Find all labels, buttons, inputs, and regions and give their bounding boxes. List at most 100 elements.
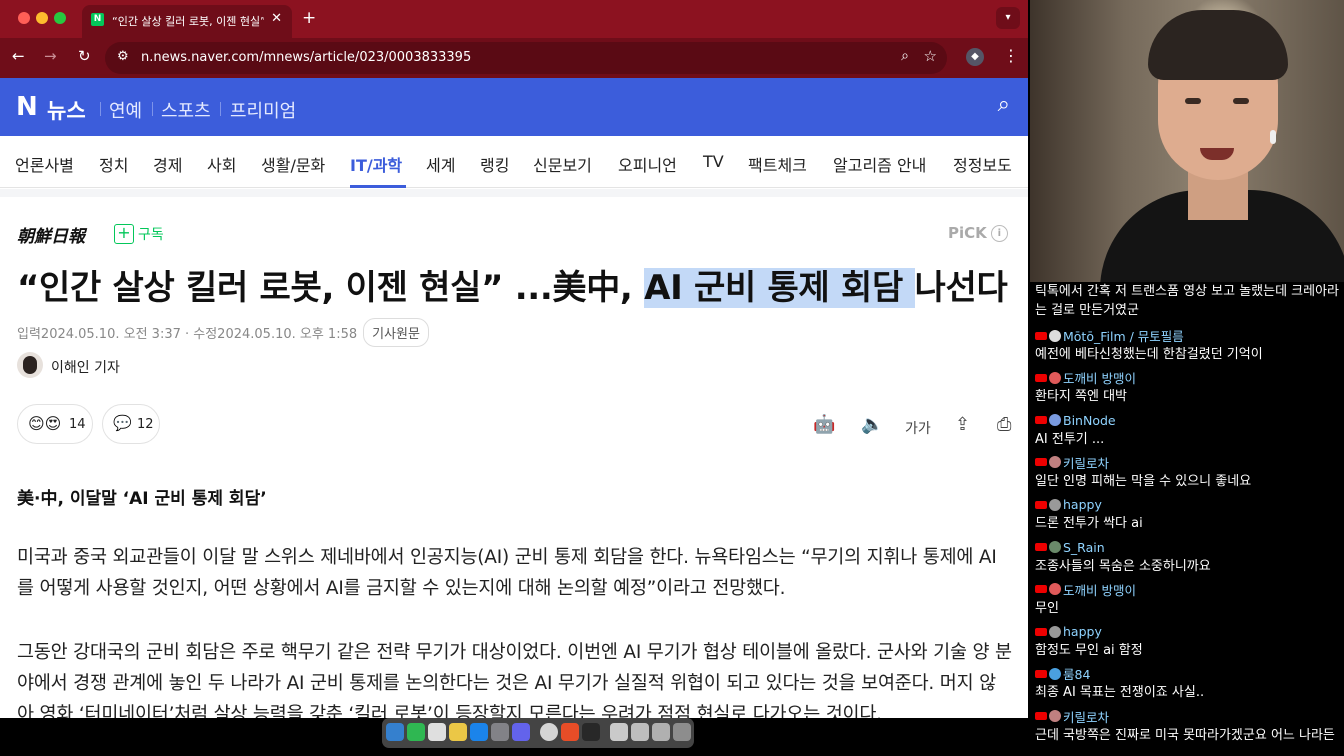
info-icon[interactable]: i [990,225,1008,242]
back-arrow-icon[interactable]: ← [12,47,25,65]
chat-message-header: 키릴로차 [1035,706,1341,725]
close-tab-icon[interactable]: ✕ [271,11,282,26]
tab-search-chevron-icon[interactable]: ▾ [996,7,1020,29]
share-icon[interactable]: ⇪ [955,414,970,435]
category-society[interactable]: 사회 [207,152,236,176]
comment-bubble-icon: 💬 [113,414,132,432]
reaction-button[interactable]: 😊😍 14 [17,404,93,444]
section-gap [0,189,1028,197]
naver-logo[interactable]: N [16,92,38,122]
chat-message-text: 조종사들의 목숨은 소중하니까요 [1035,558,1211,573]
category-tv[interactable]: TV [703,152,724,171]
browser-toolbar: ← → ↻ ⚙ n.news.naver.com/mnews/article/0… [0,38,1028,78]
original-article-button[interactable]: 기사원문 [363,318,429,347]
chat-message-text: 예전에 베타신청했는데 한참걸렸던 기억이 [1035,347,1263,361]
youtube-icon [1035,669,1047,678]
category-politics[interactable]: 정치 [99,152,128,176]
section-sports-link[interactable]: 스포츠 [161,97,211,123]
brave-icon[interactable] [561,723,579,741]
category-press[interactable]: 언론사별 [15,152,74,176]
maximize-window-button[interactable] [54,12,66,24]
active-category-underline [350,185,406,188]
trash-icon[interactable] [673,723,691,741]
chat-message: 도깨비 방맹이 환타지 쪽엔 대박 [1035,367,1341,403]
address-bar[interactable]: ⚙ n.news.naver.com/mnews/article/023/000… [105,42,947,74]
press-logo[interactable]: 朝鮮日報 [17,222,85,247]
minimize-window-button[interactable] [36,12,48,24]
live-chat-panel: 틱톡에서 간혹 저 트랜스폼 영상 보고 놀랬는데 크레아라는 걸로 만든거였군… [1030,282,1344,756]
chat-message-header: 도깨비 방맹이 [1035,579,1341,598]
finder-icon[interactable] [386,723,404,741]
chat-avatar [1049,667,1061,680]
author-name: 이해인 기자 [51,360,120,376]
print-icon[interactable]: ⎙ [997,414,1011,435]
browser-window: N “인간 살상 킬러 로봇, 이젠 현실” ... ✕ + ▾ ← → ↻ ⚙… [0,0,1028,718]
notes-icon[interactable] [449,723,467,741]
article-headline: “인간 살상 킬러 로봇, 이젠 현실” ...美中, AI 군비 통제 회담 … [17,260,1008,309]
reload-icon[interactable]: ↻ [78,47,91,65]
preview-icon[interactable] [631,723,649,741]
reaction-count: 14 [69,417,86,432]
divider [152,102,153,116]
browser-menu-icon[interactable]: ⋮ [1003,46,1019,65]
article-subheading: 美·中, 이달말 ‘AI 군비 통제 회담’ [17,489,267,509]
earbud [1270,130,1276,144]
article-timestamps: 입력2024.05.10. 오전 3:37 · 수정2024.05.10. 오후… [17,327,358,342]
category-factcheck[interactable]: 팩트체크 [748,152,807,176]
settings-icon[interactable] [491,723,509,741]
chat-message: happy 드론 전투가 싹다 ai [1035,494,1341,530]
browser-tab[interactable]: N “인간 살상 킬러 로봇, 이젠 현실” ... ✕ [82,5,292,38]
obs-icon[interactable] [582,723,600,741]
zoom-icon[interactable]: ⌕ [901,48,909,64]
bookmark-star-icon[interactable]: ☆ [924,47,937,65]
launchpad-icon[interactable] [512,723,530,741]
new-tab-button[interactable]: + [302,8,316,28]
category-economy[interactable]: 경제 [153,152,182,176]
category-it-science[interactable]: IT/과학 [350,152,402,176]
category-life-culture[interactable]: 생활/문화 [261,152,325,176]
chat-message-header: S_Rain [1035,537,1341,555]
chat-message-header: happy [1035,621,1341,639]
search-icon[interactable]: ⌕ [998,92,1010,117]
section-entertainment-link[interactable]: 연예 [109,97,142,123]
chat-avatar [1049,414,1061,427]
category-corrections[interactable]: 정정보도 [953,152,1012,176]
category-algorithm[interactable]: 알고리즘 안내 [833,152,926,176]
author-avatar [17,352,43,378]
chrome-icon[interactable] [540,723,558,741]
category-world[interactable]: 세계 [426,152,455,176]
subscribe-button[interactable]: + 구독 [114,223,164,244]
speaker-icon[interactable]: 🔈 [861,414,883,435]
category-newspaper[interactable]: 신문보기 [533,152,592,176]
news-home-link[interactable]: 뉴스 [47,95,86,125]
site-settings-icon[interactable]: ⚙ [117,49,129,64]
category-opinion[interactable]: 오피니언 [618,152,677,176]
comment-button[interactable]: 💬 12 [102,404,160,444]
section-premium-link[interactable]: 프리미엄 [230,97,296,123]
chat-message: Mōtō_Film / 뮤토필름 예전에 베타신청했는데 한참걸렸던 기억이 [1035,325,1341,361]
downloads-folder-icon[interactable] [652,723,670,741]
chat-message: 키릴로차 일단 인명 피해는 막을 수 있으니 좋네요 [1035,452,1341,488]
url-text[interactable]: n.news.naver.com/mnews/article/023/00038… [141,50,471,65]
messages-icon[interactable] [407,723,425,741]
forward-arrow-icon[interactable]: → [44,47,57,65]
tab-title: “인간 살상 킬러 로봇, 이젠 현실” ... [112,15,264,28]
camera-app-icon[interactable] [610,723,628,741]
chat-username: happy [1063,624,1102,640]
chat-avatar [1049,583,1061,596]
category-ranking[interactable]: 랭킹 [480,152,509,176]
chat-message: 키릴로차 근데 국방쪽은 진짜로 미국 못따라가겠군요 어느 나라든 [1035,706,1341,742]
youtube-icon [1035,543,1047,551]
font-size-button[interactable]: 가가 [905,418,931,438]
chat-message-text: AI 전투기 ... [1035,431,1105,446]
subscribe-label: 구독 [138,226,164,243]
profile-avatar-icon[interactable]: ◆ [966,48,984,66]
tab-bar: N “인간 살상 킬러 로봇, 이젠 현실” ... ✕ + ▾ [0,0,1028,38]
close-window-button[interactable] [18,12,30,24]
chat-username: happy [1063,497,1102,513]
pick-badge[interactable]: PiCK i [948,224,1008,242]
summary-bot-icon[interactable]: 🤖 [813,414,835,435]
youtube-icon [1035,458,1047,467]
calendar-icon[interactable] [428,723,446,741]
app-store-icon[interactable] [470,723,488,741]
